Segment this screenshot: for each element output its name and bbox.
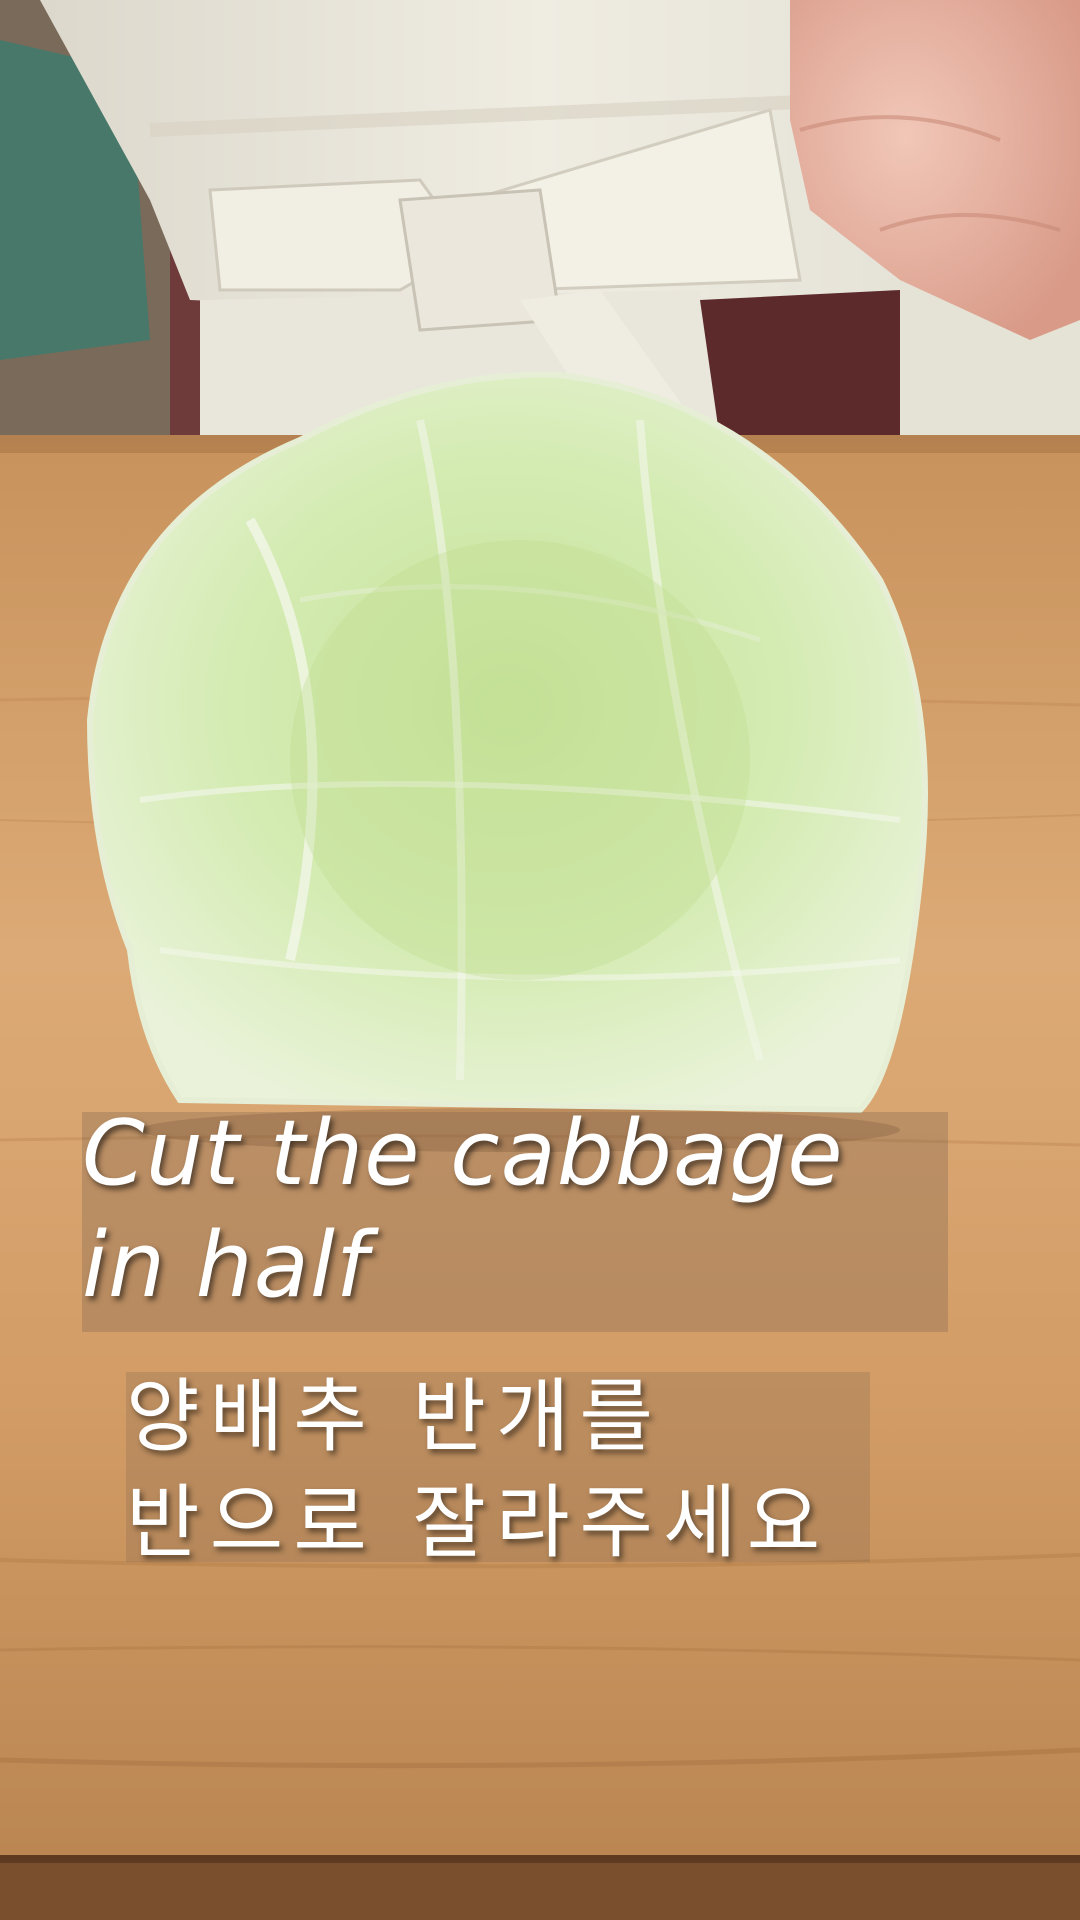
english-caption-line-2: in half xyxy=(82,1213,369,1318)
korean-caption-line-1: 양배추 반개를 xyxy=(126,1370,664,1463)
korean-caption-line-2: 반으로 잘라주세요 xyxy=(126,1476,831,1569)
english-caption: Cut the cabbage in half xyxy=(82,1098,982,1322)
cabbage xyxy=(86,371,928,1152)
english-caption-line-1: Cut the cabbage xyxy=(82,1101,844,1206)
cooking-scene xyxy=(0,0,1080,1920)
video-frame: Cut the cabbage in half 양배추 반개를 반으로 잘라주세… xyxy=(0,0,1080,1920)
korean-caption: 양배추 반개를 반으로 잘라주세요 xyxy=(126,1364,946,1576)
